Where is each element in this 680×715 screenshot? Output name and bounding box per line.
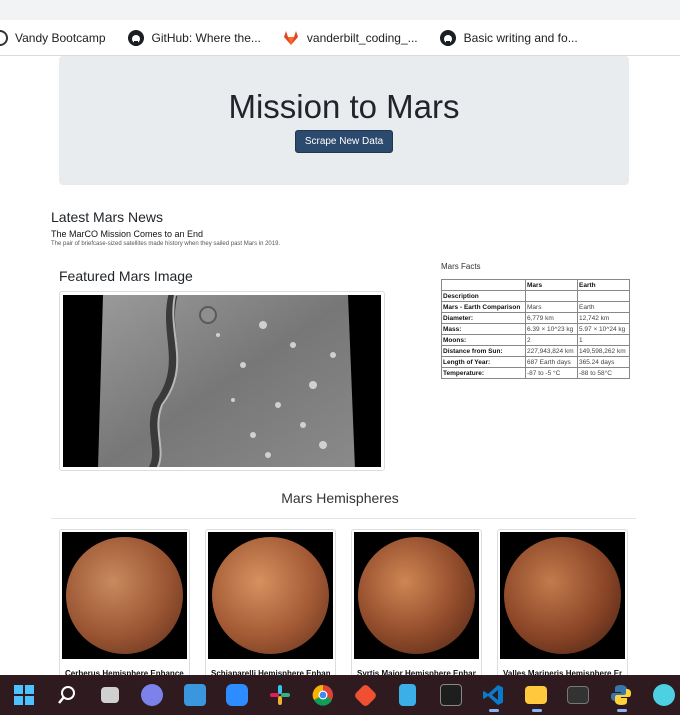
table-header-row: Mars Earth [441, 279, 630, 291]
news-teaser: The pair of briefcase-sized satellites m… [51, 241, 281, 247]
table-cell: 1 [577, 334, 630, 346]
table-row: Description [441, 290, 630, 302]
scrape-button[interactable]: Scrape New Data [294, 130, 394, 153]
gitlab-icon [283, 30, 298, 45]
bookmark-vanderbilt-gitlab[interactable]: vanderbilt_coding_... [277, 25, 424, 51]
table-cell: 6.39 × 10^23 kg [525, 323, 578, 335]
file-explorer-icon[interactable] [520, 678, 553, 712]
page-title: Mission to Mars [228, 88, 460, 125]
mars-surface-image [63, 295, 381, 467]
table-row: Mars - Earth Comparison Mars Earth [441, 301, 630, 313]
bookmark-label: GitHub: Where the... [151, 30, 261, 45]
app-icon[interactable] [647, 678, 680, 712]
table-cell: 12,742 km [577, 312, 630, 324]
table-cell: 149,598,262 km [577, 345, 630, 357]
hemisphere-card[interactable]: Cerberus Hemisphere Enhanced [59, 529, 190, 679]
table-cell: 2 [525, 334, 578, 346]
table-row: Temperature: -87 to -5 °C -88 to 58°C [441, 367, 630, 379]
cmd-icon[interactable] [562, 678, 595, 712]
zoom-icon[interactable] [221, 678, 254, 712]
table-row: Diameter: 6,779 km 12,742 km [441, 312, 630, 324]
hemisphere-image[interactable] [208, 532, 333, 659]
task-view-icon[interactable] [93, 678, 126, 712]
divider [51, 518, 636, 519]
bookmark-github[interactable]: GitHub: Where the... [122, 25, 267, 51]
git-icon[interactable] [349, 678, 382, 712]
hemisphere-card[interactable]: Valles Marineris Hemisphere Enhanced [497, 529, 628, 679]
table-cell: -88 to 58°C [577, 367, 630, 379]
table-cell: Mass: [441, 323, 526, 335]
featured-mars-image[interactable] [63, 295, 381, 467]
table-header-cell: Mars [525, 279, 578, 291]
hemisphere-image[interactable] [354, 532, 479, 659]
mars-globe [66, 537, 183, 654]
table-cell: Mars [525, 301, 578, 313]
hemispheres-title: Mars Hemispheres [281, 490, 399, 506]
bookmark-vandy-bootcamp[interactable]: Vandy Bootcamp [0, 25, 112, 51]
table-cell: 5.97 × 10^24 kg [577, 323, 630, 335]
table-cell: Distance from Sun: [441, 345, 526, 357]
featured-image-title: Featured Mars Image [59, 268, 193, 284]
table-cell: Temperature: [441, 367, 526, 379]
bookmarks-bar: Vandy Bootcamp GitHub: Where the... vand… [0, 20, 680, 56]
teams-chat-icon[interactable] [136, 678, 169, 712]
table-row: Moons: 2 1 [441, 334, 630, 346]
table-cell: Description [441, 290, 526, 302]
mars-globe [358, 537, 475, 654]
hemisphere-card[interactable]: Schiaparelli Hemisphere Enhanced [205, 529, 336, 679]
search-icon[interactable] [51, 678, 84, 712]
hemisphere-image[interactable] [500, 532, 625, 659]
bookmark-label: Basic writing and fo... [463, 30, 578, 45]
terminal-icon[interactable] [434, 678, 467, 712]
table-cell: Earth [577, 301, 630, 313]
table-cell: 227,943,824 km [525, 345, 578, 357]
browser-top-strip [0, 0, 680, 20]
chrome-icon[interactable] [306, 678, 339, 712]
facts-title: Mars Facts [441, 262, 481, 271]
news-section-title: Latest Mars News [51, 209, 164, 225]
start-icon[interactable] [8, 678, 41, 712]
windows-taskbar [0, 675, 680, 715]
table-cell: -87 to -5 °C [525, 367, 578, 379]
vscode-icon[interactable] [477, 678, 510, 712]
table-cell: Diameter: [441, 312, 526, 324]
table-header-cell [441, 279, 526, 291]
news-section: Latest Mars News The MarCO Mission Comes… [51, 209, 551, 247]
table-row: Length of Year: 687 Earth days 365.24 da… [441, 356, 630, 368]
github-icon [127, 29, 144, 46]
github-icon [439, 29, 456, 46]
table-cell: 6,779 km [525, 312, 578, 324]
mars-facts-table: Mars Earth Description Mars - Earth Comp… [441, 279, 630, 379]
header-jumbotron: Mission to Mars Scrape New Data [59, 56, 629, 185]
featured-image-frame [59, 291, 385, 471]
table-cell [525, 290, 578, 302]
calendar-icon[interactable] [179, 678, 212, 712]
table-cell: Moons: [441, 334, 526, 346]
notepad-icon[interactable] [392, 678, 425, 712]
hemisphere-card[interactable]: Syrtis Major Hemisphere Enhanced [351, 529, 482, 679]
table-cell: 687 Earth days [525, 356, 578, 368]
mars-globe [504, 537, 621, 654]
hemisphere-image[interactable] [62, 532, 187, 659]
bookmark-label: vanderbilt_coding_... [306, 30, 418, 45]
news-headline: The MarCO Mission Comes to an End [51, 229, 204, 239]
bookmark-basic-writing[interactable]: Basic writing and fo... [434, 25, 584, 51]
table-cell: 365.24 days [577, 356, 630, 368]
table-cell [577, 290, 630, 302]
bookmark-label: Vandy Bootcamp [15, 30, 106, 45]
slack-icon[interactable] [264, 678, 297, 712]
table-row: Mass: 6.39 × 10^23 kg 5.97 × 10^24 kg [441, 323, 630, 335]
table-cell: Mars - Earth Comparison [441, 301, 526, 313]
mars-globe [212, 537, 329, 654]
table-header-cell: Earth [577, 279, 630, 291]
table-row: Distance from Sun: 227,943,824 km 149,59… [441, 345, 630, 357]
table-cell: Length of Year: [441, 356, 526, 368]
python-icon[interactable] [605, 678, 638, 712]
bootcamp-icon [0, 29, 8, 46]
